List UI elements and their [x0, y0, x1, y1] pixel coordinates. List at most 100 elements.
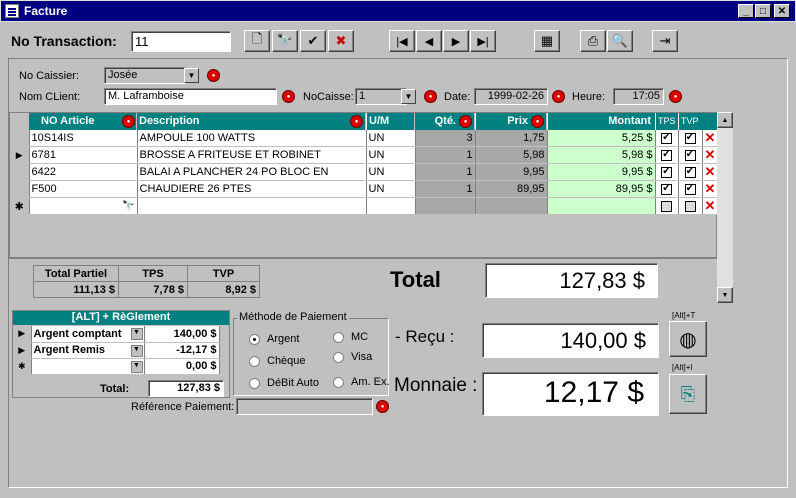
chevron-down-icon[interactable]: ▼ [130, 344, 143, 357]
lookup-binoculars-icon[interactable]: 🔭 [122, 201, 134, 212]
confirm-check-icon[interactable]: ✔ [300, 30, 326, 52]
row-selector[interactable]: ▶ [13, 326, 32, 343]
caissier-select[interactable]: Josée [104, 67, 186, 84]
radio-icon[interactable] [249, 377, 260, 389]
description-cell[interactable]: BROSSE A FRITEUSE ET ROBINET [137, 146, 367, 164]
payment-type-cell[interactable]: Argent Remis ▼ [31, 342, 145, 359]
payment-amount-cell[interactable]: 0,00 $ [144, 358, 220, 375]
checkbox-icon[interactable] [661, 200, 672, 212]
delete-icon[interactable]: ✕ [705, 198, 716, 213]
record-badge-icon[interactable]: ● [376, 400, 389, 413]
prix-cell[interactable]: 1,75 [475, 130, 548, 147]
scroll-down-icon[interactable]: ▼ [717, 287, 733, 303]
tvp-cell[interactable] [678, 163, 703, 181]
tps-cell[interactable] [655, 180, 679, 198]
date-input[interactable]: 1999-02-26 [474, 88, 548, 105]
maximize-button[interactable]: □ [755, 4, 771, 18]
record-badge-icon[interactable]: ● [459, 115, 472, 128]
payment-type-cell[interactable]: ▼ [31, 358, 145, 375]
row-selector[interactable]: ✱ [13, 358, 32, 375]
checkbox-icon[interactable] [684, 200, 696, 212]
client-input[interactable]: M. Laframboise [104, 88, 277, 105]
record-badge-icon[interactable]: ● [122, 115, 135, 128]
tps-cell[interactable] [655, 130, 679, 147]
chevron-down-icon[interactable]: ▼ [401, 89, 416, 104]
invoice-print-icon[interactable]: ⎘ [669, 374, 707, 414]
payment-option-mc[interactable]: MC [333, 331, 368, 343]
new-row-cell[interactable]: ✱ [10, 197, 30, 215]
reference-input[interactable] [236, 398, 373, 415]
print-preview-icon[interactable]: 🔍 [607, 30, 633, 52]
payment-amount-cell[interactable]: 140,00 $ [144, 326, 220, 343]
delete-icon[interactable]: ✕ [705, 181, 716, 196]
delete-icon[interactable]: ✕ [705, 164, 716, 179]
record-badge-icon[interactable]: ● [424, 90, 437, 103]
tvp-checkbox[interactable] [684, 130, 696, 144]
description-cell[interactable]: BALAI A PLANCHER 24 PO BLOC EN [137, 163, 367, 181]
payment-option-amex[interactable]: Am. Ex. [333, 376, 390, 388]
article-cell[interactable]: 10S14IS [29, 130, 138, 147]
new-row-cell[interactable] [678, 197, 703, 215]
record-badge-icon[interactable]: ● [669, 90, 682, 103]
chevron-down-icon[interactable]: ▼ [130, 360, 143, 373]
new-row-cell[interactable]: ✕ [702, 197, 719, 215]
radio-icon[interactable] [249, 333, 260, 345]
print-icon[interactable]: ⎙ [580, 30, 606, 52]
tps-checkbox[interactable] [661, 147, 672, 161]
article-cell[interactable]: 6781 [29, 146, 138, 164]
previous-record-icon[interactable]: ◀ [416, 30, 442, 52]
exit-door-icon[interactable]: ⇥ [652, 30, 678, 52]
record-badge-icon[interactable]: ● [552, 90, 565, 103]
new-row-cell[interactable] [475, 197, 548, 215]
payment-row[interactable]: ▶ Argent Remis ▼ -12,17 $ [13, 342, 220, 359]
delete-icon[interactable]: ✕ [705, 130, 716, 145]
tps-cell[interactable] [655, 146, 679, 164]
payment-amount-cell[interactable]: -12,17 $ [144, 342, 220, 359]
nocaisse-select[interactable]: 1 [355, 88, 407, 105]
table-row[interactable]: 6422 BALAI A PLANCHER 24 PO BLOC EN UN 1 9,9… [10, 163, 719, 181]
tps-checkbox[interactable] [661, 164, 672, 178]
tvp-checkbox[interactable] [684, 147, 696, 161]
row-selector[interactable] [10, 130, 30, 147]
delete-cell[interactable]: ✕ [702, 163, 719, 181]
tps-checkbox[interactable] [661, 181, 672, 195]
table-row[interactable]: 10S14ISAMPOULE 100 WATTSUN31,755,25 $ ✕ [10, 130, 719, 147]
record-badge-icon[interactable]: ● [207, 69, 220, 82]
scroll-up-icon[interactable]: ▲ [717, 112, 733, 128]
um-cell[interactable]: UN [366, 146, 416, 164]
new-row-cell[interactable] [137, 197, 367, 215]
payment-option-debit[interactable]: DéBit Auto [249, 377, 319, 389]
new-row-cell[interactable] [366, 197, 416, 215]
description-cell[interactable]: CHAUDIERE 26 PTES [137, 180, 367, 198]
radio-icon[interactable] [333, 351, 344, 363]
qty-cell[interactable]: 1 [415, 146, 476, 164]
tvp-checkbox[interactable] [684, 164, 696, 178]
close-window-button[interactable]: ✕ [774, 4, 790, 18]
tps-cell[interactable] [655, 163, 679, 181]
qty-cell[interactable]: 1 [415, 180, 476, 198]
payment-row[interactable]: ▶ Argent comptant ▼ 140,00 $ [13, 326, 220, 343]
find-binoculars-icon[interactable]: 🔭 [272, 30, 298, 52]
tvp-checkbox[interactable] [684, 181, 696, 195]
grid-scrollbar[interactable]: ▲ ▼ [717, 112, 733, 303]
record-badge-icon[interactable]: ● [350, 115, 363, 128]
transaction-input[interactable]: 11 [131, 31, 231, 52]
last-record-icon[interactable]: ▶| [470, 30, 496, 52]
delete-cell[interactable]: ✕ [702, 180, 719, 198]
calendar-icon[interactable]: ▦ [534, 30, 560, 52]
payment-option-visa[interactable]: Visa [333, 351, 372, 363]
tvp-cell[interactable] [678, 146, 703, 164]
table-row[interactable]: F500CHAUDIERE 26 PTESUN189,9589,95 $ ✕ [10, 180, 719, 198]
radio-icon[interactable] [249, 355, 260, 367]
first-record-icon[interactable]: |◀ [389, 30, 415, 52]
row-selector[interactable] [10, 180, 30, 198]
new-row-cell[interactable] [415, 197, 476, 215]
prix-cell[interactable]: 5,98 [475, 146, 548, 164]
next-record-icon[interactable]: ▶ [443, 30, 469, 52]
tvp-cell[interactable] [678, 130, 703, 147]
payment-option-cheque[interactable]: Chèque [249, 355, 306, 367]
row-selector[interactable] [10, 163, 30, 181]
delete-cell[interactable]: ✕ [702, 146, 719, 164]
new-row-cell[interactable]: 🔭 [29, 197, 138, 215]
row-selector[interactable]: ▶ [10, 146, 30, 164]
